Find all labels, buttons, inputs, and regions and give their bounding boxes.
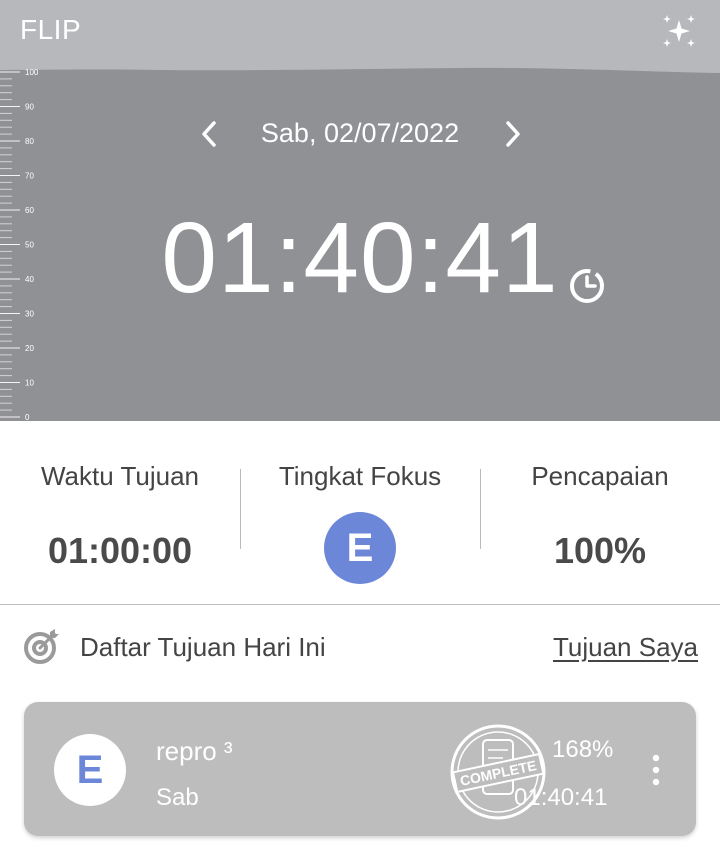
more-vertical-icon[interactable] (644, 752, 668, 788)
chevron-left-icon[interactable] (188, 112, 232, 156)
elapsed-timer: 01:40:41 (161, 202, 559, 314)
focus-level-label: Tingkat Fokus (278, 461, 442, 491)
section-divider (0, 604, 720, 605)
achievement-stat: Pencapaian 100% (480, 461, 720, 572)
my-goals-link[interactable]: Tujuan Saya (553, 632, 698, 663)
ruler-label: 0 (25, 413, 30, 421)
ruler-label: 60 (25, 206, 34, 215)
stats-row: Waktu Tujuan 01:00:00 Tingkat Fokus E Pe… (0, 421, 720, 605)
goal-name: repro ³ (156, 736, 233, 766)
ruler-label: 30 (25, 310, 34, 319)
target-time-value: 01:00:00 (47, 530, 193, 571)
focus-level-badge: E (324, 512, 396, 584)
goal-time: 01:40:41 (514, 784, 608, 811)
ruler-label: 50 (25, 241, 34, 250)
sparkle-icon[interactable] (660, 12, 698, 50)
water-wave (0, 0, 720, 73)
ruler-label: 100 (25, 68, 39, 77)
today-goals-title: Daftar Tujuan Hari Ini (80, 632, 326, 662)
goal-grade-badge: E (54, 734, 126, 806)
ruler-label: 40 (25, 275, 34, 284)
timer-icon[interactable] (566, 264, 608, 306)
flip-app: FLIP 100 90 80 70 60 50 40 30 20 10 0 Sab, 02/07/2… (0, 0, 720, 858)
target-time-label: Waktu Tujuan (40, 461, 199, 491)
target-icon (24, 629, 59, 664)
chevron-right-icon[interactable] (490, 112, 534, 156)
achievement-value: 100% (553, 530, 647, 571)
target-time-stat: Waktu Tujuan 01:00:00 (0, 461, 240, 572)
ruler-label: 10 (25, 379, 34, 388)
timer-header: FLIP 100 90 80 70 60 50 40 30 20 10 0 Sab, 02/07/2… (0, 0, 720, 421)
goal-day: Sab (156, 784, 199, 811)
ruler-label: 90 (25, 103, 34, 112)
app-title: FLIP (20, 14, 82, 45)
achievement-label: Pencapaian (531, 461, 669, 491)
goal-card[interactable]: E repro ³ Sab COMPLETE 168% 01:40:41 (24, 702, 696, 836)
ruler-label: 70 (25, 172, 34, 181)
date-navigator: Sab, 02/07/2022 (0, 112, 720, 156)
current-date[interactable]: Sab, 02/07/2022 (230, 118, 490, 149)
ruler-label: 20 (25, 344, 34, 353)
goal-percent: 168% (552, 736, 614, 763)
focus-level-stat: Tingkat Fokus (240, 461, 480, 492)
